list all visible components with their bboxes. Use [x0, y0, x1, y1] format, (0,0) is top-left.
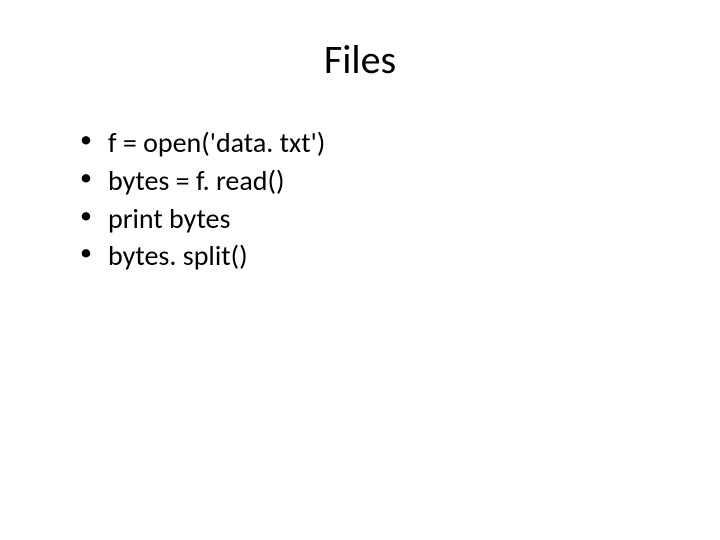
list-item: f = open('data. txt') [80, 124, 660, 162]
slide-container: Files f = open('data. txt') bytes = f. r… [0, 0, 720, 540]
list-item: bytes. split() [80, 237, 660, 275]
list-item: print bytes [80, 200, 660, 238]
slide-title: Files [60, 35, 660, 84]
bullet-list: f = open('data. txt') bytes = f. read() … [60, 124, 660, 275]
list-item: bytes = f. read() [80, 162, 660, 200]
